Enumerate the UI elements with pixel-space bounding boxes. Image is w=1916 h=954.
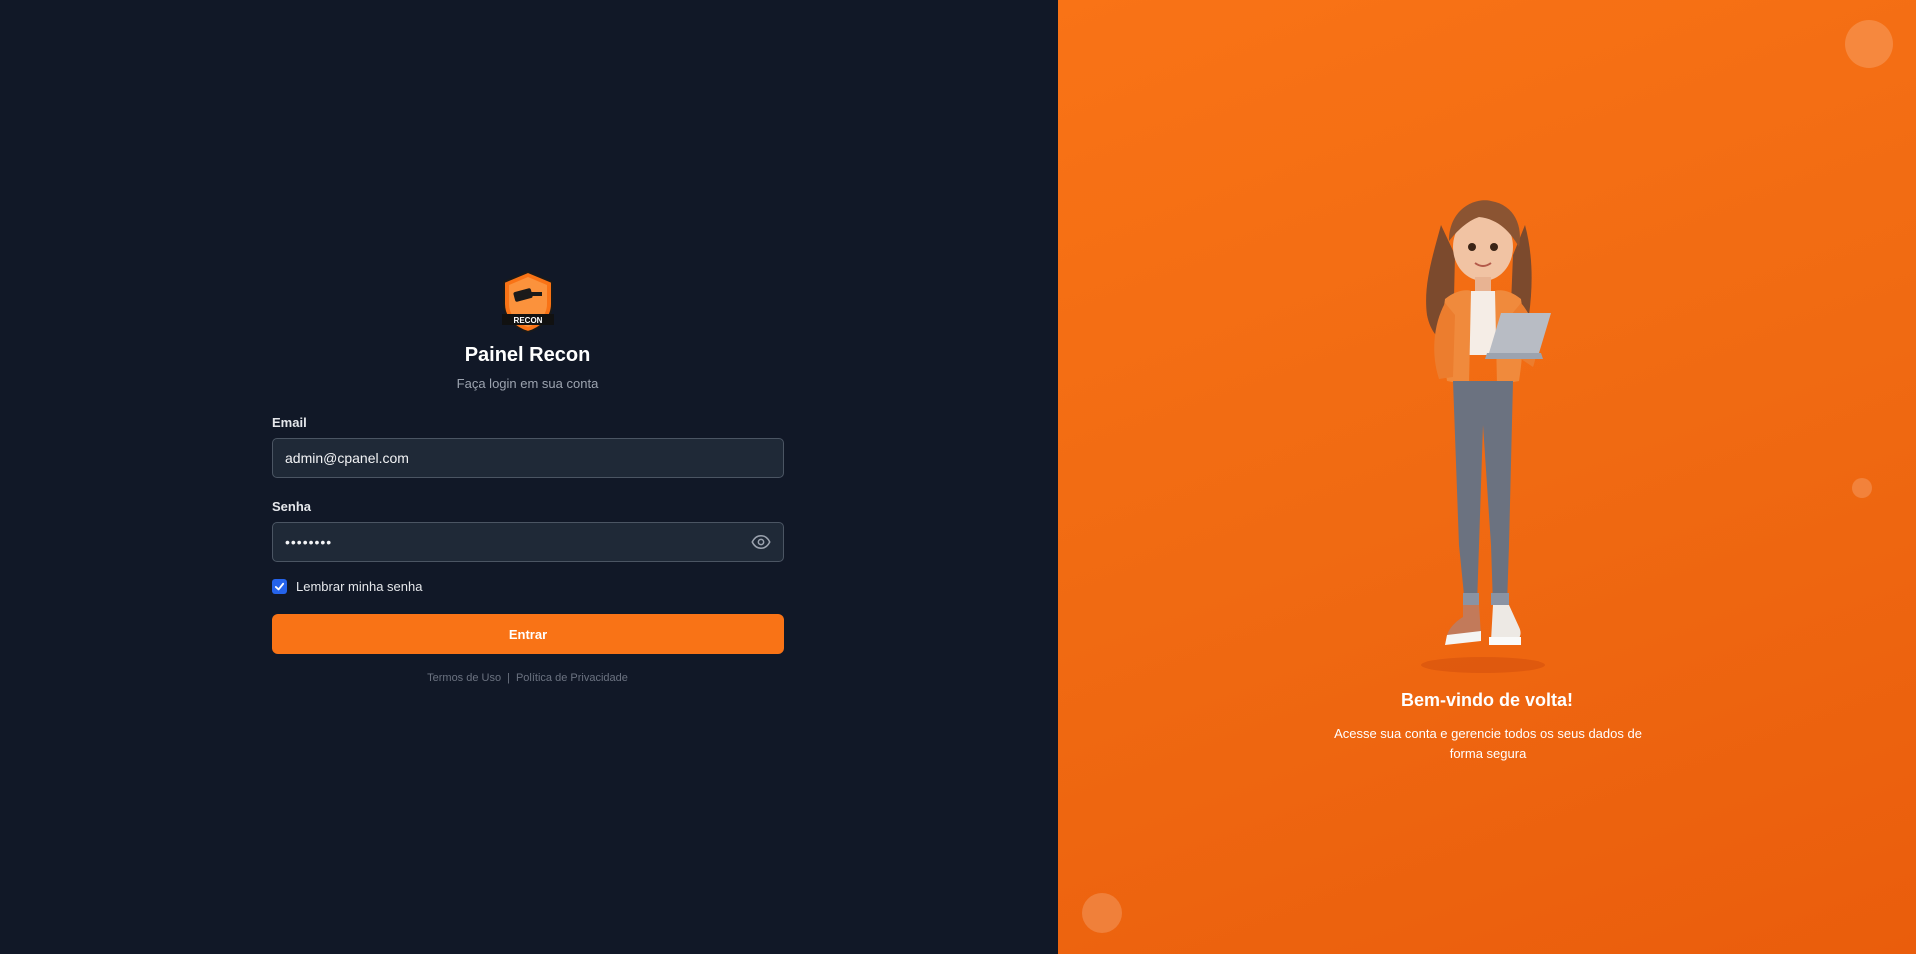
decorative-circle [1082, 893, 1122, 933]
remember-label: Lembrar minha senha [296, 579, 423, 594]
welcome-heading: Bem-vindo de volta! [1400, 690, 1574, 710]
woman-with-laptop-illustration [1421, 200, 1551, 673]
footer-separator: | [507, 672, 510, 684]
welcome-text: Acesse sua conta e gerencie todos os seu… [1334, 726, 1642, 761]
password-label: Senha [272, 499, 312, 514]
login-panel: RECON Painel Recon Faça login em sua con… [0, 0, 1058, 954]
remember-me[interactable]: Lembrar minha senha [272, 579, 422, 594]
check-icon [274, 582, 285, 591]
decorative-circle [1845, 20, 1893, 68]
decorative-circle [1852, 478, 1872, 498]
eye-icon[interactable] [750, 532, 772, 552]
page-title: Painel Recon [464, 344, 591, 366]
page-subtitle: Faça login em sua conta [456, 376, 599, 391]
terms-link[interactable]: Termos de Uso [427, 672, 501, 684]
password-field[interactable] [272, 522, 784, 562]
submit-button[interactable]: Entrar [272, 614, 784, 654]
email-field[interactable] [272, 438, 784, 478]
email-label: Email [272, 415, 307, 430]
recon-logo: RECON [502, 270, 554, 334]
footer-links: Termos de Uso | Política de Privacidade [0, 672, 1055, 684]
logo-text: RECON [514, 316, 543, 325]
privacy-link[interactable]: Política de Privacidade [516, 672, 628, 684]
remember-checkbox[interactable] [272, 579, 287, 594]
hero-panel: Bem-vindo de volta! Acesse sua conta e g… [1058, 0, 1916, 954]
